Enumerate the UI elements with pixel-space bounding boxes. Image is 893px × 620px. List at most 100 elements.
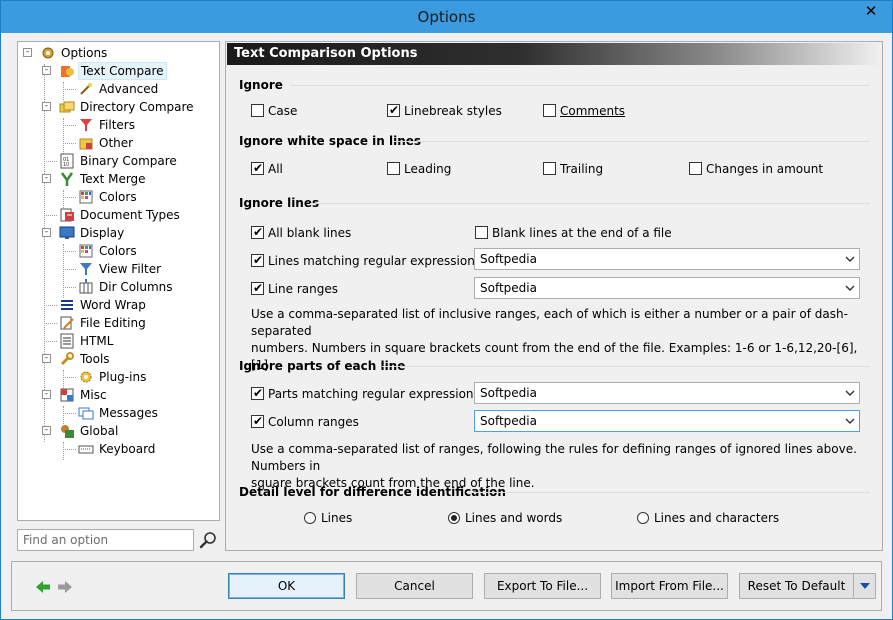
tree-item-advanced[interactable]: Advanced xyxy=(18,80,218,98)
tree-item-label: Text Compare xyxy=(78,62,167,80)
options-tree[interactable]: - Options - Text Compare Advanced - Directory … xyxy=(17,41,220,521)
view-filter-icon xyxy=(80,263,92,275)
column-ranges-help-1: Use a comma-separated list of ranges, fo… xyxy=(251,442,857,473)
html-icon xyxy=(60,333,74,349)
chevron-down-icon xyxy=(845,256,855,262)
file-editing-icon xyxy=(60,316,74,330)
collapse-toggle-icon[interactable]: - xyxy=(42,102,51,111)
export-to-file-button[interactable]: Export To File... xyxy=(484,573,601,599)
svg-text:10: 10 xyxy=(63,162,69,168)
tree-item-label: Binary Compare xyxy=(80,154,177,168)
ok-button[interactable]: OK xyxy=(228,573,345,599)
tree-item-tools[interactable]: - Tools xyxy=(18,350,218,368)
tree-item-colors[interactable]: Colors xyxy=(18,242,218,260)
keyboard-icon xyxy=(78,445,94,454)
collapse-toggle-icon[interactable]: - xyxy=(42,426,51,435)
tree-item-label: Word Wrap xyxy=(80,298,146,312)
tree-item-label: HTML xyxy=(80,334,114,348)
tree-item-label: Directory Compare xyxy=(80,100,194,114)
collapse-toggle-icon[interactable]: - xyxy=(42,66,51,75)
color-grid-icon xyxy=(79,244,93,258)
reset-to-default-button[interactable]: Reset To Default xyxy=(739,573,876,599)
tree-item-label: View Filter xyxy=(99,262,162,276)
collapse-toggle-icon[interactable]: - xyxy=(42,228,51,237)
tree-item-misc[interactable]: - Misc xyxy=(18,386,218,404)
tree-item-file-editing[interactable]: File Editing xyxy=(18,314,218,332)
collapse-toggle-icon[interactable]: - xyxy=(42,174,51,183)
import-from-file-button[interactable]: Import From File... xyxy=(611,573,728,599)
tree-item-label: Messages xyxy=(99,406,158,420)
color-grid-icon xyxy=(79,190,93,204)
column-ranges-combo[interactable]: Softpedia xyxy=(474,410,860,432)
reset-label: Reset To Default xyxy=(747,579,846,593)
collapse-toggle-icon[interactable]: - xyxy=(23,48,32,57)
tree-item-directory-compare[interactable]: - Directory Compare xyxy=(18,98,218,116)
line-ranges-help-1: Use a comma-separated list of inclusive … xyxy=(251,307,848,338)
global-icon xyxy=(61,425,74,438)
tree-item-label: Other xyxy=(99,136,134,150)
tree-item-label: Colors xyxy=(99,190,137,204)
other-folder-icon xyxy=(79,138,93,150)
close-icon: ✕ xyxy=(864,2,878,20)
misc-icon xyxy=(60,388,74,402)
tree-item-colors[interactable]: Colors xyxy=(18,188,218,206)
tree-item-label: Filters xyxy=(99,118,135,132)
plugin-gear-icon xyxy=(80,371,92,383)
tree-item-label: Text Merge xyxy=(80,172,146,186)
find-placeholder: Find an option xyxy=(23,533,109,547)
panel-header: Text Comparison Options xyxy=(227,43,881,65)
tree-item-document-types[interactable]: Document Types xyxy=(18,206,218,224)
tree-item-label: Global xyxy=(80,424,119,438)
tree-item-keyboard[interactable]: Keyboard xyxy=(18,440,218,458)
window-title: Options xyxy=(417,8,476,26)
line-ranges-combo[interactable]: Softpedia xyxy=(474,277,860,299)
find-option-input[interactable]: Find an option xyxy=(17,529,194,551)
tree-item-other[interactable]: Other xyxy=(18,134,218,152)
parts-regex-combo[interactable]: Softpedia xyxy=(474,382,860,404)
tree-item-label: Display xyxy=(80,226,125,240)
tree-item-plug-ins[interactable]: Plug-ins xyxy=(18,368,218,386)
tree-item-word-wrap[interactable]: Word Wrap xyxy=(18,296,218,314)
close-button[interactable]: ✕ xyxy=(857,1,885,22)
search-icon[interactable] xyxy=(198,530,218,550)
tree-item-label: File Editing xyxy=(80,316,146,330)
ignore-section-title: Ignore xyxy=(239,78,283,92)
chevron-down-icon xyxy=(845,390,855,396)
options-gear-icon xyxy=(42,47,54,59)
parts-section-title: Ignore parts of each line xyxy=(239,359,406,373)
tree-item-label: Keyboard xyxy=(99,442,156,456)
tree-item-text-merge[interactable]: - Text Merge xyxy=(18,170,218,188)
chevron-down-icon xyxy=(845,285,855,291)
tree-item-display[interactable]: - Display xyxy=(18,224,218,242)
word-wrap-icon xyxy=(61,300,73,310)
tree-item-filters[interactable]: Filters xyxy=(18,116,218,134)
tree-item-view-filter[interactable]: View Filter xyxy=(18,260,218,278)
tree-item-options[interactable]: - Options xyxy=(18,44,218,62)
tree-item-label: Advanced xyxy=(99,82,159,96)
back-arrow-icon[interactable] xyxy=(35,579,51,595)
filter-funnel-icon xyxy=(80,119,92,131)
binary-icon: 0110 xyxy=(60,153,74,169)
document-types-icon xyxy=(60,208,74,222)
merge-icon xyxy=(60,172,74,186)
forward-arrow-icon[interactable] xyxy=(57,579,73,595)
cancel-button[interactable]: Cancel xyxy=(356,573,473,599)
tree-item-messages[interactable]: Messages xyxy=(18,404,218,422)
messages-icon xyxy=(78,407,94,420)
tree-item-dir-columns[interactable]: Dir Columns xyxy=(18,278,218,296)
collapse-toggle-icon[interactable]: - xyxy=(42,390,51,399)
tools-wrench-icon xyxy=(60,352,74,366)
chevron-down-icon xyxy=(845,418,855,424)
title-bar[interactable]: Options ✕ xyxy=(1,1,892,33)
tree-item-global[interactable]: - Global xyxy=(18,422,218,440)
tree-item-label: Misc xyxy=(80,388,107,402)
tree-item-binary-compare[interactable]: 01 10 Binary Compare xyxy=(18,152,218,170)
tree-item-text-compare[interactable]: - Text Compare xyxy=(18,62,218,80)
collapse-toggle-icon[interactable]: - xyxy=(42,354,51,363)
tree-item-html[interactable]: HTML xyxy=(18,332,218,350)
reset-dropdown[interactable] xyxy=(853,574,875,598)
options-window: Options ✕ - Options - Text Compare Advanced -… xyxy=(0,0,893,620)
chevron-down-icon xyxy=(860,583,870,589)
lines-regex-combo[interactable]: Softpedia xyxy=(474,248,860,270)
advanced-wand-icon xyxy=(80,83,92,95)
